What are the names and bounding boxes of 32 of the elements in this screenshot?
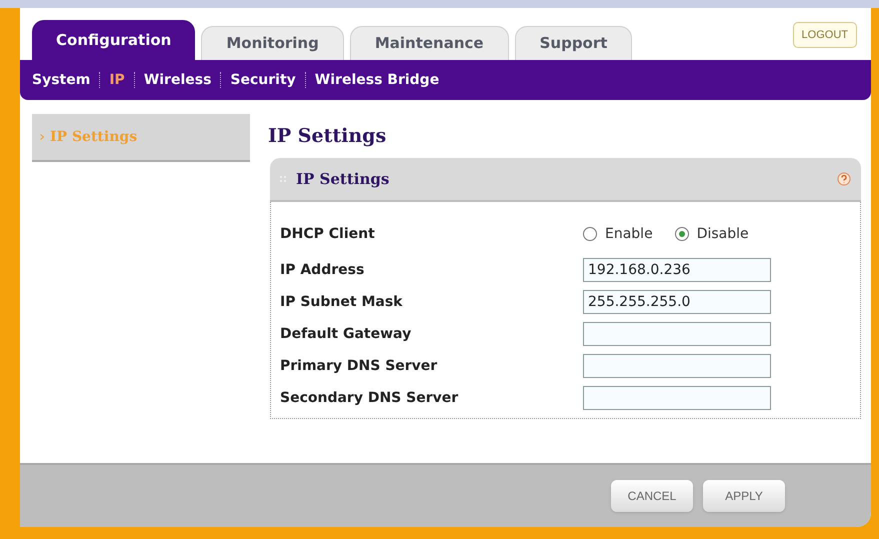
radio-button[interactable] (674, 227, 689, 241)
radio-label[interactable]: Disable (696, 224, 749, 244)
field-label: IP Subnet Mask (280, 292, 404, 312)
tab[interactable]: Support (514, 26, 632, 60)
subnav-link[interactable]: Wireless (144, 70, 212, 90)
field-label: Secondary DNS Server (280, 388, 460, 408)
subnav-link[interactable]: System (32, 70, 90, 90)
subnav-link[interactable]: Security (230, 70, 296, 90)
input-field[interactable] (583, 322, 771, 346)
field-label: Default Gateway (280, 324, 412, 344)
input-field[interactable]: 255.255.255.0 (583, 290, 771, 314)
radio-label[interactable]: Enable (605, 224, 653, 244)
action-button[interactable]: CANCEL (611, 480, 693, 512)
radio-button[interactable] (583, 227, 597, 241)
field-label: DHCP Client (280, 224, 376, 244)
subnav-link[interactable]: Wireless Bridge (314, 70, 440, 90)
tab[interactable]: Maintenance (350, 26, 509, 60)
field-label: Primary DNS Server (280, 356, 438, 376)
subnav-link[interactable]: IP (109, 70, 125, 90)
input-field[interactable] (583, 386, 771, 410)
input-field[interactable] (583, 354, 771, 378)
chevron-icon (40, 134, 44, 140)
field-label: IP Address (280, 260, 366, 280)
logout-button[interactable]: LOGOUT (792, 22, 857, 48)
page-title: IP Settings (268, 124, 388, 149)
panel-title: IP Settings (296, 168, 390, 190)
input-field[interactable]: 192.168.0.236 (583, 258, 771, 282)
tab[interactable]: Monitoring (201, 26, 344, 60)
tab[interactable]: Configuration (32, 20, 196, 60)
help-icon[interactable] (837, 172, 851, 186)
grip-icon (280, 175, 286, 183)
action-button[interactable]: APPLY (703, 480, 785, 512)
